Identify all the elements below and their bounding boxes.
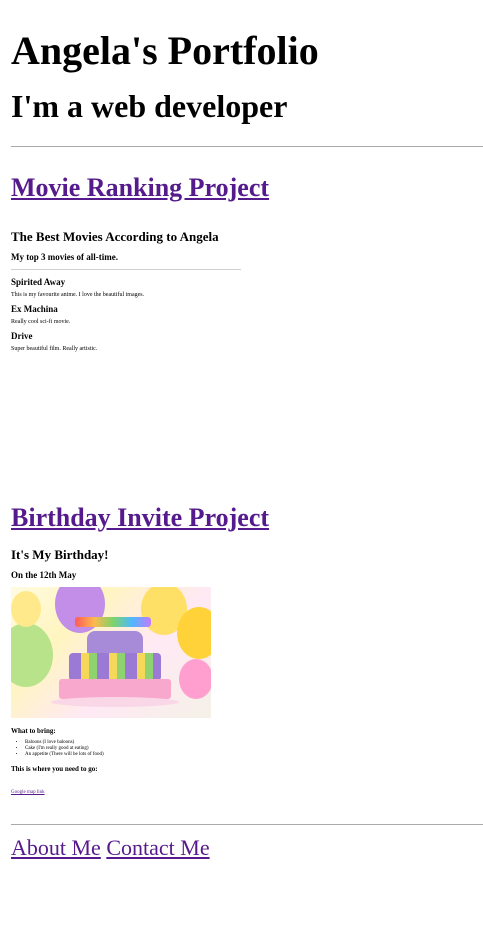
birthday-preview-title: It's My Birthday! — [11, 547, 109, 562]
movie-item-title: Ex Machina — [11, 304, 58, 314]
movie-item-desc: This is my favourite anime. I love the b… — [11, 292, 145, 298]
bring-list: Baloons (I love baloons) Cake (I'm reall… — [11, 740, 241, 758]
movie-preview-subtitle: My top 3 movies of all-time. — [11, 252, 118, 262]
movie-preview-title: The Best Movies According to Angela — [11, 229, 219, 244]
movie-item-title: Spirited Away — [11, 277, 66, 287]
birthday-preview-date: On the 12th May — [11, 570, 77, 580]
movie-ranking-preview[interactable]: The Best Movies According to Angela My t… — [11, 229, 241, 353]
footer-nav: About Me Contact Me — [11, 835, 483, 861]
movie-item-title: Drive — [11, 331, 33, 341]
page-title: Angela's Portfolio — [11, 28, 319, 73]
page-subtitle: I'm a web developer — [11, 88, 288, 124]
movie-ranking-project-link[interactable]: Movie Ranking Project — [11, 173, 483, 203]
portfolio-page: Angela's Portfolio I'm a web developer M… — [0, 0, 483, 861]
google-map-link[interactable]: Google map link — [11, 790, 45, 795]
birthday-invite-preview[interactable]: It's My Birthday! On the 12th May What t… — [11, 547, 241, 798]
bring-heading: What to bring: — [11, 727, 56, 735]
movie-item-desc: Super beautiful film. Really artistic. — [11, 346, 98, 352]
contact-me-link[interactable]: Contact Me — [106, 835, 209, 860]
about-me-link[interactable]: About Me — [11, 835, 101, 860]
movie-item-desc: Really cool sci-fi movie. — [11, 319, 71, 325]
birthday-cake-image — [11, 587, 211, 718]
where-heading: This is where you need to go: — [11, 765, 98, 773]
birthday-invite-project-link[interactable]: Birthday Invite Project — [11, 503, 483, 533]
